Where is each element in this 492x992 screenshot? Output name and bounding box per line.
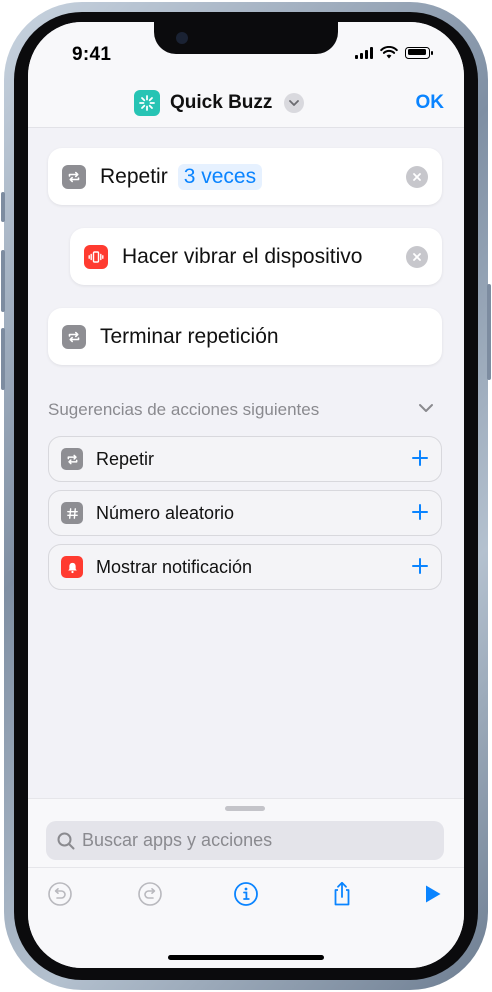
search-placeholder: Buscar apps y acciones [82,830,273,850]
undo-button[interactable] [46,880,74,908]
notification-icon [61,556,83,578]
action-label: Hacer vibrar el dispositivo [122,244,363,268]
hash-icon [61,502,83,524]
status-time: 9:41 [72,44,112,65]
info-button[interactable] [232,880,260,908]
close-icon [413,252,421,261]
suggestion-label: Repetir [96,448,155,469]
suggestion-show-notification[interactable]: Mostrar notificación [48,544,442,590]
add-icon[interactable] [411,557,429,575]
repeat-icon [62,324,86,349]
volume-up-button [1,250,5,312]
info-icon [234,882,258,906]
share-icon [334,881,350,906]
search-input[interactable]: Buscar apps y acciones [46,821,444,860]
shortcut-app-icon [134,90,160,116]
add-icon[interactable] [411,449,429,467]
sheet-grabber[interactable] [225,806,265,811]
title-row: Quick Buzz OK [28,90,464,120]
repeat-icon [61,448,83,470]
editor-toolbar [28,867,464,917]
action-vibrate[interactable]: Hacer vibrar el dispositivo [70,228,442,285]
front-camera [176,32,188,44]
action-repeat[interactable]: Repetir 3 veces [48,148,442,205]
suggestion-random-number[interactable]: Número aleatorio [48,490,442,536]
action-label: Terminar repetición [100,324,279,348]
action-label: Repetir [100,164,168,188]
redo-icon [138,882,162,906]
shortcut-title-menu[interactable]: Quick Buzz [134,90,305,116]
play-icon [426,885,441,903]
search-icon [57,832,75,849]
mute-switch [1,192,5,222]
action-search-sheet: Buscar apps y acciones [28,798,464,968]
remove-action-button[interactable] [406,245,428,268]
wifi-icon [380,46,398,59]
cellular-signal-icon [355,46,373,59]
buzz-icon [139,95,155,111]
chevron-down-icon[interactable] [284,93,305,113]
repeat-count-param[interactable]: 3 veces [177,163,263,190]
power-button [487,284,491,380]
shortcut-title: Quick Buzz [170,92,273,113]
home-indicator[interactable] [168,955,324,960]
run-button[interactable] [418,880,446,908]
undo-icon [48,882,72,906]
suggestion-repeat[interactable]: Repetir [48,436,442,482]
ok-button[interactable]: OK [416,92,445,114]
add-icon[interactable] [411,503,429,521]
suggestion-label: Número aleatorio [96,502,235,523]
suggestion-label: Mostrar notificación [96,556,253,577]
status-icons [355,46,433,59]
screen: 9:41 Quick Buzz OK Repetir 3 veces Hacer… [28,22,464,968]
suggestions-title: Sugerencias de acciones siguientes [48,400,320,419]
share-button[interactable] [328,880,356,908]
volume-down-button [1,328,5,390]
vibrate-icon [84,244,108,269]
redo-button[interactable] [136,880,164,908]
repeat-icon [62,164,86,189]
close-icon [413,172,421,181]
remove-action-button[interactable] [406,165,428,188]
chevron-down-icon[interactable] [418,403,434,413]
action-end-repeat[interactable]: Terminar repetición [48,308,442,365]
battery-icon [405,46,433,59]
